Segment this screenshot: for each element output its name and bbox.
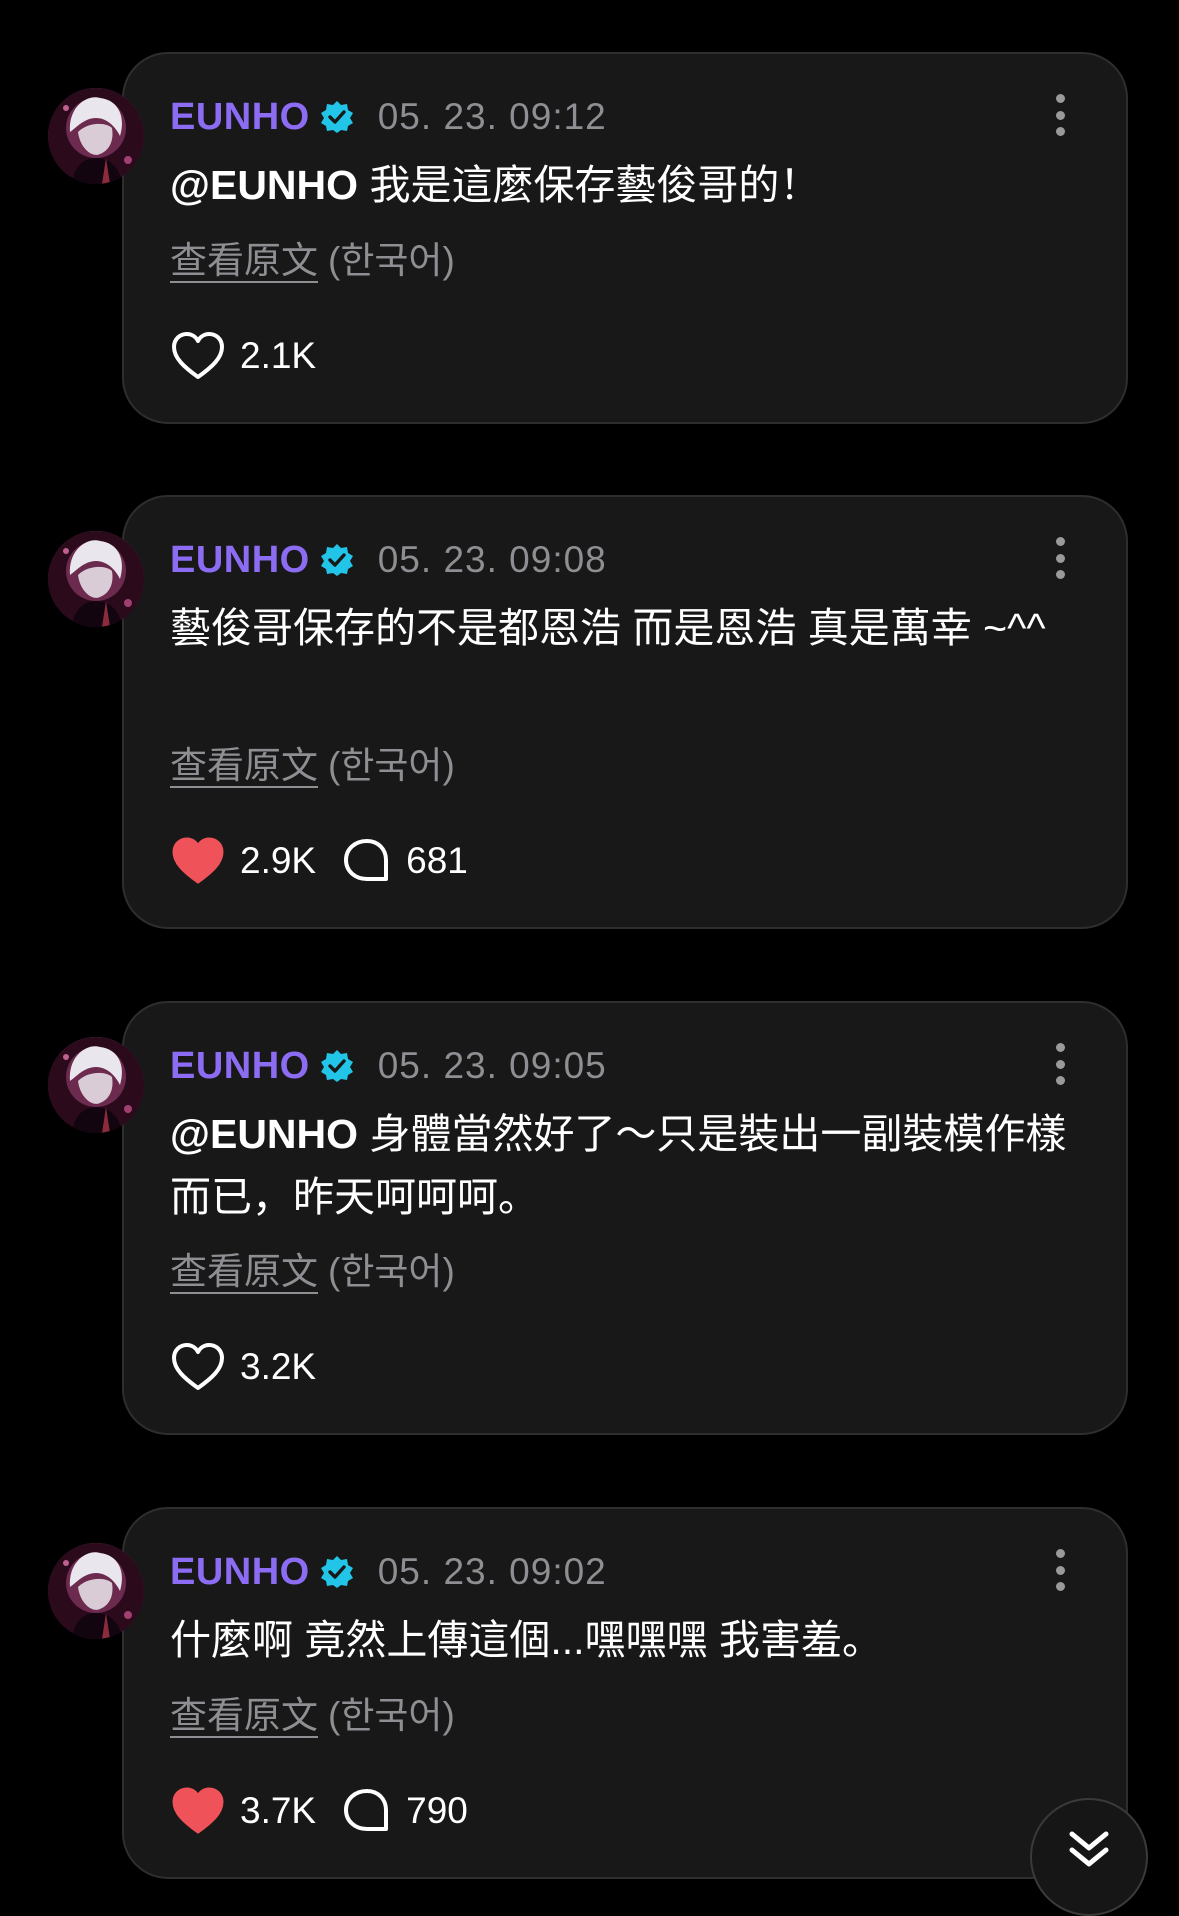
comment-text: 藝俊哥保存的不是都恩浩 而是恩浩 真是萬幸 ~^^ [170,597,1070,660]
comment-text: @EUNHO 我是這麼保存藝俊哥的！ [170,154,1070,217]
mention[interactable]: @EUNHO [170,162,358,208]
view-original-link[interactable]: 查看原文 [170,1241,318,1295]
comment-timestamp: 05. 23. 09:12 [377,96,607,137]
author-name[interactable]: EUNHO [170,539,310,582]
heart-icon[interactable] [170,1341,226,1393]
comment-card[interactable]: EUNHO 05. 23. 09:12 @EUNHO 我是這麼保存藝俊哥的！ 查… [122,52,1128,424]
like-count: 3.7K [240,1790,317,1831]
more-vertical-icon[interactable] [1052,537,1068,579]
reply-count: 681 [406,840,468,881]
comment-timestamp: 05. 23. 09:02 [377,1551,607,1592]
view-original-link[interactable]: 查看原文 [170,230,318,284]
mention[interactable]: @EUNHO [170,1111,358,1157]
avatar[interactable] [48,531,144,627]
comment-actions: 3.2K [170,1341,316,1393]
comment-header: EUNHO 05. 23. 09:12 [170,94,607,140]
comment-card[interactable]: EUNHO 05. 23. 09:05 @EUNHO 身體當然好了～只是裝出一副… [122,1001,1128,1435]
verified-badge-icon [320,1555,354,1589]
double-chevron-down-icon [1069,1831,1109,1867]
heart-icon[interactable] [170,835,226,887]
like-count: 3.2K [240,1346,317,1387]
view-original-link[interactable]: 查看原文 [170,735,318,789]
more-vertical-icon[interactable] [1052,1043,1068,1085]
comment-body: 我是這麼保存藝俊哥的！ [358,162,821,208]
avatar[interactable] [48,1037,144,1133]
verified-badge-icon [320,100,354,134]
speech-bubble-icon[interactable] [342,837,392,885]
view-original-link[interactable]: 查看原文 [170,1685,318,1739]
speech-bubble-icon[interactable] [342,1787,392,1835]
author-name[interactable]: EUNHO [170,1045,310,1088]
comment-item: EUNHO 05. 23. 09:12 @EUNHO 我是這麼保存藝俊哥的！ 查… [0,52,1179,424]
comment-header: EUNHO 05. 23. 09:02 [170,1549,607,1595]
comment-actions: 2.9K 681 [170,835,468,887]
comment-timestamp: 05. 23. 09:08 [377,539,607,580]
comment-item: EUNHO 05. 23. 09:05 @EUNHO 身體當然好了～只是裝出一副… [0,1001,1179,1435]
comment-item: EUNHO 05. 23. 09:02 什麼啊 竟然上傳這個...嘿嘿嘿 我害羞… [0,1507,1179,1879]
like-count: 2.9K [240,840,317,881]
heart-icon[interactable] [170,330,226,382]
like-count: 2.1K [240,335,317,376]
comment-header: EUNHO 05. 23. 09:05 [170,1043,607,1089]
comment-card[interactable]: EUNHO 05. 23. 09:08 藝俊哥保存的不是都恩浩 而是恩浩 真是萬… [122,495,1128,929]
view-original: 查看原文 (한국어) [170,1685,455,1739]
view-original: 查看原文 (한국어) [170,735,455,789]
view-original: 查看原文 (한국어) [170,1241,455,1295]
comment-body: 什麼啊 竟然上傳這個...嘿嘿嘿 我害羞。 [170,1617,883,1663]
comment-text: @EUNHO 身體當然好了～只是裝出一副裝模作樣而已，昨天呵呵呵。 [170,1103,1070,1229]
original-language: (한국어) [328,1251,455,1292]
scroll-to-bottom-button[interactable] [1030,1798,1148,1916]
comment-item: EUNHO 05. 23. 09:08 藝俊哥保存的不是都恩浩 而是恩浩 真是萬… [0,495,1179,929]
comment-actions: 2.1K [170,330,316,382]
original-language: (한국어) [328,240,455,281]
verified-badge-icon [320,1049,354,1083]
author-name[interactable]: EUNHO [170,1551,310,1594]
author-name[interactable]: EUNHO [170,96,310,139]
more-vertical-icon[interactable] [1052,1549,1068,1591]
comment-body: 藝俊哥保存的不是都恩浩 而是恩浩 真是萬幸 ~^^ [170,605,1046,651]
avatar[interactable] [48,1543,144,1639]
comment-timestamp: 05. 23. 09:05 [377,1045,607,1086]
heart-icon[interactable] [170,1785,226,1837]
reply-count: 790 [406,1790,468,1831]
verified-badge-icon [320,543,354,577]
comment-header: EUNHO 05. 23. 09:08 [170,537,607,583]
more-vertical-icon[interactable] [1052,94,1068,136]
original-language: (한국어) [328,745,455,786]
original-language: (한국어) [328,1695,455,1736]
avatar[interactable] [48,88,144,184]
comment-actions: 3.7K 790 [170,1785,468,1837]
comment-text: 什麼啊 竟然上傳這個...嘿嘿嘿 我害羞。 [170,1609,1070,1672]
comment-card[interactable]: EUNHO 05. 23. 09:02 什麼啊 竟然上傳這個...嘿嘿嘿 我害羞… [122,1507,1128,1879]
view-original: 查看原文 (한국어) [170,230,455,284]
